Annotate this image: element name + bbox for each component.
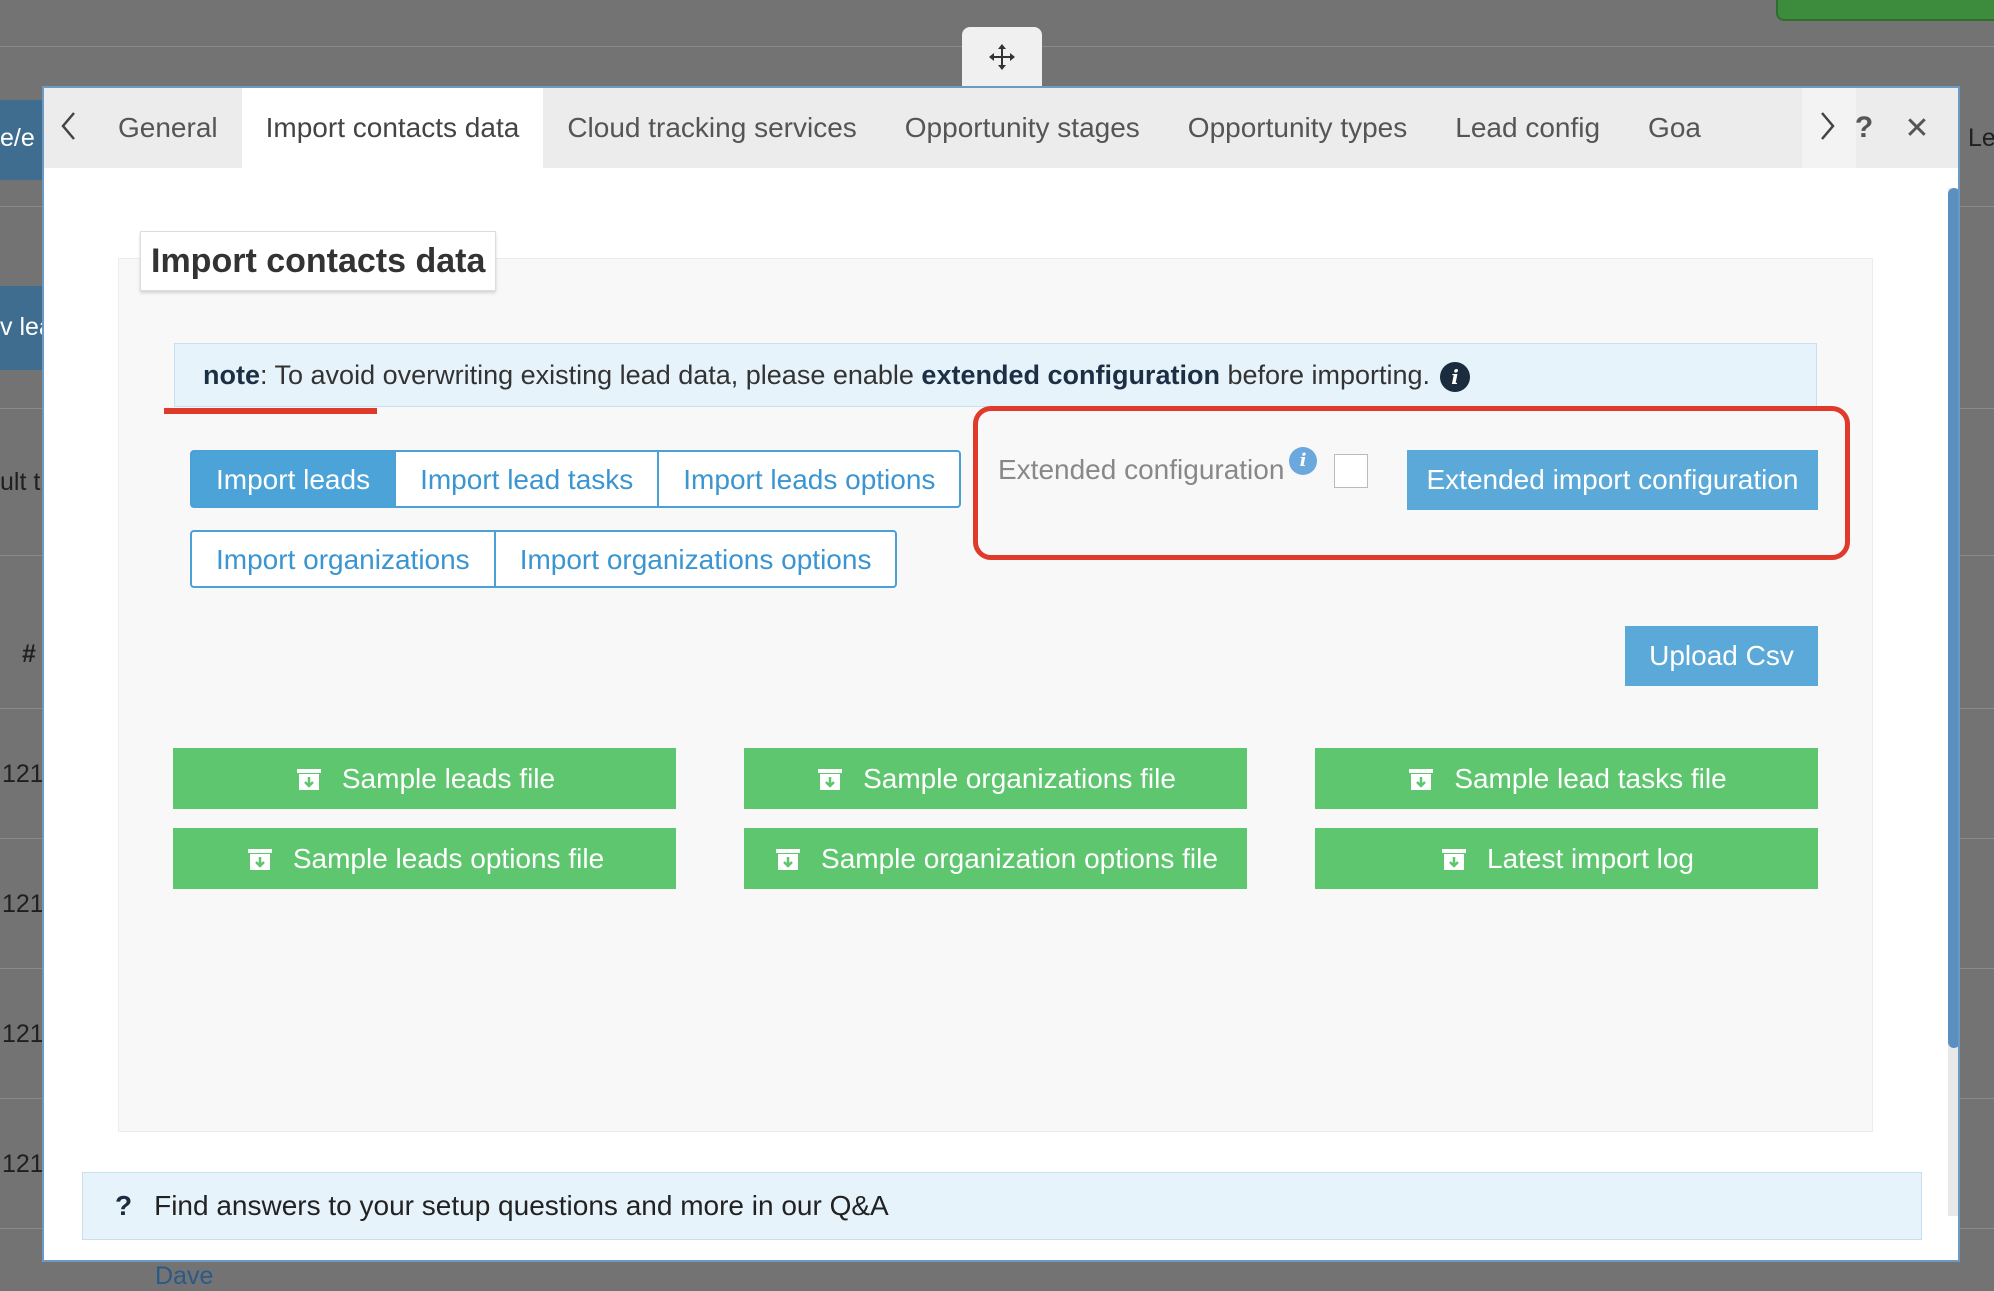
tab-cloud-tracking-services[interactable]: Cloud tracking services [543,88,880,168]
tab-opportunity-types[interactable]: Opportunity types [1164,88,1431,168]
settings-modal: General Import contacts data Cloud trackin… [42,86,1960,1262]
download-box-icon [294,766,324,792]
sample-leads-options-file-label: Sample leads options file [292,842,605,874]
sample-organization-options-file-button[interactable]: Sample organization options file [744,828,1247,889]
tab-opportunity-stages[interactable]: Opportunity stages [881,88,1164,168]
qa-banner[interactable]: ? Find answers to your setup questions a… [82,1172,1922,1240]
download-box-icon [1406,766,1436,792]
move-handle[interactable] [962,27,1042,91]
scrollbar-thumb[interactable] [1948,188,1958,1048]
tab-goals[interactable]: Goa [1624,88,1725,168]
import-leads-options-button[interactable]: Import leads options [657,450,962,508]
close-icon: ✕ [1904,111,1930,145]
import-leads-button[interactable]: Import leads [190,450,397,508]
info-icon[interactable]: i [1289,447,1317,475]
download-box-icon [815,766,845,792]
background-fragment: 121 [2,760,44,788]
sample-leads-options-file-button[interactable]: Sample leads options file [173,828,676,889]
close-button[interactable]: ✕ [1894,88,1940,168]
sample-lead-tasks-file-label: Sample lead tasks file [1454,762,1727,794]
note-bold: extended configuration [921,360,1220,390]
latest-import-log-button[interactable]: Latest import log [1315,828,1818,889]
download-box-icon [773,846,803,872]
import-organizations-options-button[interactable]: Import organizations options [493,530,898,588]
info-icon[interactable]: i [1440,361,1471,392]
tab-list: General Import contacts data Cloud trackin… [94,88,1802,168]
extended-configuration-checkbox[interactable] [1334,454,1368,488]
sample-organizations-file-button[interactable]: Sample organizations file [744,748,1247,809]
question-icon: ? [115,1190,133,1221]
background-fragment: ult t [0,468,41,496]
background-fragment: e/e [0,124,35,152]
chevron-left-icon [59,110,79,147]
sample-lead-tasks-file-button[interactable]: Sample lead tasks file [1315,748,1818,809]
tab-general[interactable]: General [94,88,242,168]
download-box-icon [245,846,275,872]
note-prefix: note [203,360,260,390]
background-fragment: 121 [2,1150,44,1178]
tab-import-contacts-data[interactable]: Import contacts data [241,88,544,168]
extended-configuration-label: Extended configuration [998,454,1285,485]
qa-text: Find answers to your setup questions and… [154,1190,889,1221]
sample-organizations-file-label: Sample organizations file [863,762,1176,794]
modal-scrollbar[interactable] [1948,188,1958,1216]
sample-leads-file-label: Sample leads file [341,762,556,794]
chevron-right-icon [1817,110,1837,147]
help-button[interactable]: ? [1844,88,1884,168]
background-fragment: 121 [2,1020,44,1048]
background-fragment: Dave [155,1262,214,1290]
note-text-before: : To avoid overwriting existing lead dat… [260,360,922,390]
latest-import-log-label: Latest import log [1487,842,1694,874]
sample-organization-options-file-label: Sample organization options file [821,842,1218,874]
note-highlight-underline [164,408,377,414]
import-type-group-1: Import leads Import lead tasks Import le… [190,450,962,508]
background-fragment: 121 [2,890,44,918]
upload-csv-button[interactable]: Upload Csv [1625,626,1818,686]
extended-import-configuration-button[interactable]: Extended import configuration [1407,450,1818,510]
note-banner: note: To avoid overwriting existing lead… [174,343,1817,407]
background-fragment: # [22,640,36,668]
tab-bar: General Import contacts data Cloud trackin… [44,88,1958,168]
download-box-icon [1439,846,1469,872]
sample-leads-file-button[interactable]: Sample leads file [173,748,676,809]
import-type-group-2: Import organizations Import organization… [190,530,898,588]
import-lead-tasks-button[interactable]: Import lead tasks [394,450,660,508]
section-title: Import contacts data [140,231,497,291]
tabs-prev-button[interactable] [44,88,94,168]
background-fragment: Le [1968,124,1994,152]
note-text-after: before importing. [1219,360,1431,390]
background-green-button [1776,0,1994,21]
import-organizations-button[interactable]: Import organizations [190,530,496,588]
tab-lead-config[interactable]: Lead config [1431,88,1624,168]
move-icon [987,42,1017,77]
